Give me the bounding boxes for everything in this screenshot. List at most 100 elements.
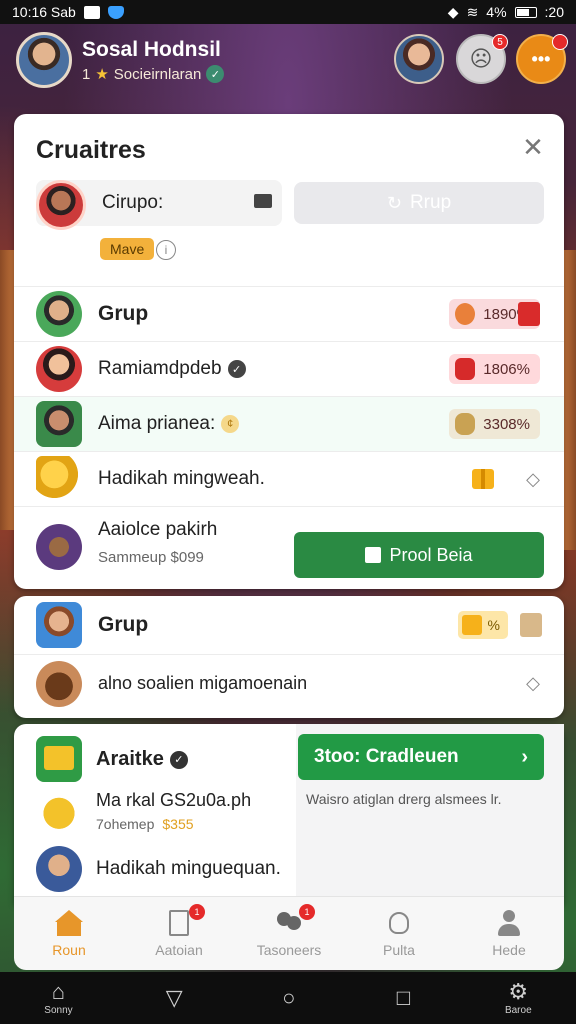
- member-avatar: [36, 846, 82, 892]
- bottom-navigation: Roun 1 Aatoian 1 Tasoneers Pulta Hede: [14, 896, 564, 970]
- status-time: 10:16 Sab: [12, 4, 76, 20]
- status-bar: 10:16 Sab ◆ ≋ 4% :20: [0, 0, 576, 24]
- person-icon: [495, 909, 523, 936]
- member-avatar: [36, 346, 82, 392]
- nav-item-home[interactable]: Roun: [14, 897, 124, 970]
- panel-title: Cruaitres: [36, 136, 146, 164]
- row-label: Aima prianea:: [98, 413, 216, 434]
- notification-badge: 5: [492, 34, 508, 50]
- battery-icon: [514, 6, 537, 18]
- house-icon: ⌂: [51, 978, 66, 1004]
- system-home-button[interactable]: ○: [276, 985, 302, 1010]
- nav-item-activity[interactable]: 1 Aatoian: [124, 897, 234, 970]
- hand-icon: [385, 910, 413, 936]
- row-label: Grup: [98, 302, 149, 325]
- join-group-button[interactable]: ↻ Rrup: [294, 182, 544, 224]
- document-icon: 1: [165, 903, 205, 936]
- nav-label: Aatoian: [155, 941, 203, 958]
- wifi-icon: ≋: [466, 3, 479, 20]
- member-avatar: [36, 291, 82, 337]
- nav-badge: 1: [299, 903, 315, 920]
- member-avatar: [36, 401, 82, 447]
- close-icon[interactable]: ✕: [520, 134, 546, 160]
- menu-badge: [552, 34, 568, 50]
- list-item[interactable]: Grup %: [14, 596, 564, 654]
- star-icon: ★: [95, 66, 109, 83]
- info-icon[interactable]: i: [156, 240, 176, 260]
- row-sublabel: 7ohemep $355: [96, 816, 194, 832]
- profile-subtitle-row: 1 ★ Socieirnlaran ✓: [82, 65, 225, 83]
- list-item[interactable]: Grup 1890%: [14, 286, 564, 341]
- group-label: Cirupo:: [102, 192, 164, 213]
- profile-name: Sosal Hodnsil: [82, 38, 221, 61]
- rewards-list: Araitke ✓ Ma rkal GS2u0a.ph 7ohemep $355…: [14, 724, 282, 904]
- avatar[interactable]: [16, 32, 72, 88]
- diamond-arrow-icon[interactable]: ◇: [526, 469, 540, 490]
- nav-item-pulta[interactable]: Pulta: [344, 897, 454, 970]
- system-settings-label: Baroe: [504, 1004, 532, 1016]
- menu-avatar[interactable]: •••: [516, 34, 568, 84]
- battery-percent: 4%: [486, 4, 507, 20]
- list-item[interactable]: Ma rkal GS2u0a.ph 7ohemep $355: [36, 788, 282, 844]
- system-home-shortcut[interactable]: ⌂ Sonny: [44, 978, 73, 1016]
- profile-bar: Sosal Hodnsil 1 ★ Socieirnlaran ✓ ☹ 5 ••…: [0, 28, 576, 96]
- nav-badge: 1: [189, 903, 205, 920]
- background-pillar-right: [562, 250, 576, 550]
- row-label: Araitke: [96, 748, 164, 770]
- row-label: alno soalien migamoenain: [98, 673, 308, 693]
- gear-icon: ⚙: [508, 978, 529, 1004]
- notification-avatar[interactable]: ☹ 5: [456, 34, 508, 84]
- nav-item-profile[interactable]: Hede: [454, 897, 564, 970]
- rewards-panel: Araitke ✓ Ma rkal GS2u0a.ph 7ohemep $355…: [14, 724, 564, 904]
- price-value: $355: [162, 816, 194, 832]
- row-label-wrap: Aima prianea: ¢: [98, 413, 240, 435]
- egg-icon: [455, 413, 476, 435]
- back-triangle-icon: ▽: [165, 985, 183, 1010]
- system-home-label: Sonny: [44, 1004, 73, 1016]
- location-icon: ◆: [447, 3, 459, 20]
- coin-icon: ¢: [221, 415, 240, 433]
- sub-left: 7ohemep: [96, 816, 155, 832]
- list-item[interactable]: Hadikah minguequan.: [36, 846, 282, 896]
- upgrade-label: 3too: Cradleuen: [314, 746, 459, 767]
- percent-value: %: [487, 617, 500, 633]
- friend-avatar[interactable]: [394, 34, 444, 84]
- gold-coins-icon: [36, 456, 82, 502]
- nav-label: Roun: [52, 941, 86, 958]
- system-navigation: ⌂ Sonny ▽ ○ □ ⚙ Baroe: [0, 972, 576, 1024]
- gift-icon: [461, 615, 482, 635]
- system-back-button[interactable]: ▽: [161, 985, 187, 1010]
- status-time-right: :20: [544, 4, 564, 20]
- nav-label: Hede: [492, 941, 526, 958]
- claim-button[interactable]: Prool Beia: [294, 532, 544, 578]
- recents-square-icon: □: [396, 985, 411, 1010]
- list-item[interactable]: Aima prianea: ¢ 3308%: [14, 396, 564, 451]
- list-item[interactable]: Araitke ✓: [36, 736, 282, 786]
- upgrade-section: 3too: Cradleuen › Waisro atiglan drerg a…: [296, 724, 564, 904]
- refresh-icon: ↻: [386, 192, 402, 213]
- group-selector[interactable]: Cirupo:: [36, 180, 282, 230]
- diamond-arrow-icon[interactable]: ◇: [526, 673, 540, 694]
- list-item[interactable]: Hadikah mingweah. ◇: [14, 451, 564, 506]
- list-item[interactable]: Ramiamdpdeb ✓ 1806%: [14, 341, 564, 396]
- groups-panel: Cruaitres ✕ Cirupo: ↻ Rrup Mave i Grup 1…: [14, 114, 564, 589]
- verified-icon: ✓: [227, 360, 246, 378]
- image-notification-icon: [83, 5, 100, 19]
- upgrade-button[interactable]: 3too: Cradleuen ›: [298, 734, 544, 780]
- system-settings-shortcut[interactable]: ⚙ Baroe: [504, 978, 532, 1016]
- save-icon: [365, 547, 382, 563]
- row-label: Hadikah minguequan.: [96, 858, 281, 879]
- percent-pill: 3308%: [449, 409, 540, 439]
- face-icon: ☹: [469, 46, 493, 71]
- row-label-wrap: Ramiamdpdeb ✓: [98, 358, 246, 380]
- nav-item-teams[interactable]: 1 Tasoneers: [234, 897, 344, 970]
- system-recents-button[interactable]: □: [390, 985, 416, 1010]
- treasure-chest-icon: [36, 523, 82, 570]
- percent-value: 1806%: [483, 360, 530, 378]
- list-item[interactable]: alno soalien migamoenain ◇: [14, 654, 564, 712]
- gold-bars-icon: [36, 736, 82, 782]
- chevron-right-icon: ›: [521, 745, 528, 768]
- percent-pill: 1806%: [449, 354, 540, 384]
- profile-subtitle: Socieirnlaran: [113, 65, 202, 83]
- percent-pill: %: [457, 611, 508, 639]
